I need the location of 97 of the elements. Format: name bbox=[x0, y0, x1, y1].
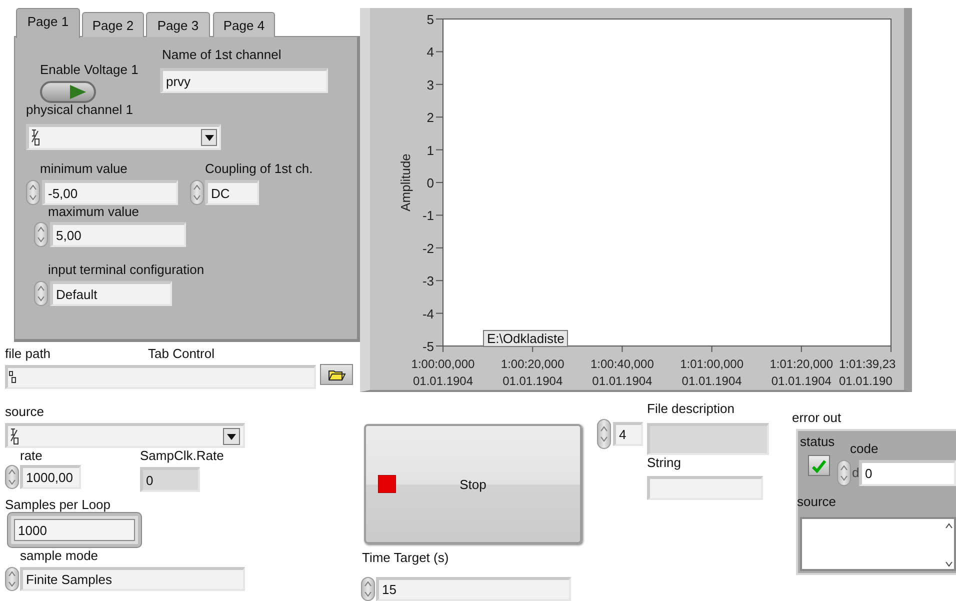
path-icon bbox=[9, 371, 16, 383]
numeric-field[interactable]: 15 bbox=[376, 577, 571, 601]
spinner-button[interactable] bbox=[34, 222, 48, 247]
y-tick-label: -2 bbox=[422, 240, 434, 256]
ring-field[interactable]: Finite Samples bbox=[20, 567, 245, 591]
caret-icon bbox=[227, 434, 236, 440]
triangle-icon bbox=[70, 85, 86, 99]
y-tick: -5 bbox=[422, 339, 444, 354]
y-axis-title: Amplitude bbox=[398, 154, 413, 212]
spinner-button[interactable] bbox=[837, 460, 851, 486]
control-label: maximum value bbox=[48, 204, 140, 220]
dropdown-field[interactable] bbox=[26, 124, 221, 150]
spinner-button[interactable] bbox=[26, 180, 40, 205]
scrollbar-arrows-icon[interactable] bbox=[945, 522, 953, 568]
y-tick: -2 bbox=[422, 240, 444, 256]
x-tick-label: 1:00:40,000 01.01.1904 bbox=[590, 357, 654, 388]
io-icon bbox=[30, 128, 40, 146]
folder-icon bbox=[328, 368, 346, 380]
path-tooltip: E:\Odkladiste bbox=[483, 330, 568, 347]
y-tick-label: 1 bbox=[426, 142, 434, 158]
y-tick: 4 bbox=[426, 44, 444, 60]
caret-icon bbox=[204, 134, 214, 140]
ring-field[interactable]: DC bbox=[205, 180, 259, 205]
io-icon bbox=[9, 427, 19, 445]
y-tick-label: 5 bbox=[426, 12, 434, 27]
path-field[interactable] bbox=[5, 365, 316, 389]
control-label: sample mode bbox=[20, 548, 98, 564]
x-tick: 1:00:40,000 01.01.1904 bbox=[590, 346, 654, 388]
numeric-field[interactable]: 1000 bbox=[8, 513, 141, 547]
spinner-button[interactable] bbox=[361, 577, 375, 601]
y-tick-label: -5 bbox=[422, 339, 434, 354]
control-label: Coupling of 1st ch. bbox=[205, 161, 313, 177]
x-tick: 1:01:39,23 01.01.190 bbox=[839, 346, 896, 388]
control-label: SampClk.Rate bbox=[140, 448, 224, 464]
control-label: String bbox=[647, 455, 681, 471]
control-label: Name of 1st channel bbox=[162, 47, 282, 63]
y-tick: 5 bbox=[426, 12, 444, 27]
toggle-button[interactable] bbox=[40, 81, 96, 103]
control-label: source bbox=[797, 494, 836, 510]
spinner-button[interactable] bbox=[597, 419, 611, 449]
spinner-button[interactable] bbox=[190, 180, 204, 205]
y-tick: -1 bbox=[422, 208, 444, 224]
control-label: Time Target (s) bbox=[362, 550, 449, 566]
control-label: code bbox=[850, 441, 878, 457]
numeric-field[interactable]: -5,00 bbox=[42, 180, 178, 205]
x-tick-label: 1:00:20,000 01.01.1904 bbox=[500, 357, 565, 388]
y-tick-label: 0 bbox=[426, 176, 434, 190]
tab[interactable]: Page 3 bbox=[146, 12, 210, 37]
x-tick-label: 1:01:39,23 01.01.190 bbox=[839, 357, 896, 388]
y-tick-label: -4 bbox=[422, 306, 434, 322]
x-tick: 1:01:00,000 01.01.1904 bbox=[680, 346, 744, 388]
control-label: Enable Voltage 1 bbox=[40, 62, 138, 78]
stop-button[interactable]: Stop bbox=[364, 424, 582, 544]
control-label: file path bbox=[5, 346, 51, 362]
spinner-button[interactable] bbox=[34, 281, 48, 306]
y-tick-label: -3 bbox=[422, 274, 434, 289]
y-tick-label: -1 bbox=[422, 208, 434, 224]
x-tick-label: 1:01:20,000 01.01.1904 bbox=[770, 357, 834, 388]
control-label: source bbox=[5, 404, 44, 420]
input-field[interactable]: prvy bbox=[160, 68, 328, 93]
y-tick: 1 bbox=[426, 142, 444, 158]
y-tick: 0 bbox=[426, 176, 444, 190]
tab[interactable]: Page 1 bbox=[16, 8, 80, 38]
numeric-field[interactable]: 1000,00 bbox=[20, 465, 81, 489]
y-tick: -4 bbox=[422, 306, 444, 322]
spinner-button[interactable] bbox=[5, 567, 19, 591]
control-label: status bbox=[800, 434, 835, 450]
numeric-indicator: 0 bbox=[859, 460, 956, 486]
tab[interactable]: Page 4 bbox=[213, 12, 275, 37]
radix-label: d bbox=[852, 465, 860, 481]
y-tick-label: 4 bbox=[426, 44, 434, 60]
numeric-field[interactable]: 5,00 bbox=[50, 222, 186, 247]
control-label: File description bbox=[647, 401, 734, 417]
numeric-field[interactable]: 4 bbox=[613, 422, 643, 446]
x-tick-label: 1:01:00,000 01.01.1904 bbox=[680, 357, 744, 388]
x-tick: 1:01:20,000 01.01.1904 bbox=[770, 346, 834, 388]
control-label: Tab Control bbox=[148, 346, 214, 362]
control-label: minimum value bbox=[40, 161, 128, 177]
y-tick: -3 bbox=[422, 274, 444, 289]
dropdown-field[interactable] bbox=[5, 423, 245, 448]
dropdown-button[interactable] bbox=[201, 129, 217, 146]
y-tick-label: 2 bbox=[426, 110, 434, 126]
y-tick: 2 bbox=[426, 110, 444, 126]
numeric-indicator: 0 bbox=[140, 467, 200, 492]
control-label: input terminal configuration bbox=[48, 262, 204, 278]
x-tick-label: 1:00:00,000 01.01.1904 bbox=[411, 357, 476, 388]
tab[interactable]: Page 2 bbox=[82, 12, 144, 37]
dropdown-button[interactable] bbox=[223, 428, 240, 445]
control-label: physical channel 1 bbox=[26, 102, 133, 118]
control-label: Samples per Loop bbox=[5, 497, 111, 513]
ring-field[interactable]: Default bbox=[50, 281, 172, 306]
y-tick: 3 bbox=[426, 77, 444, 92]
y-tick-label: 3 bbox=[426, 77, 434, 92]
control-label: error out bbox=[792, 410, 842, 426]
spinner-button[interactable] bbox=[5, 465, 19, 489]
control-label: rate bbox=[20, 448, 42, 464]
browse-button[interactable] bbox=[320, 364, 353, 385]
